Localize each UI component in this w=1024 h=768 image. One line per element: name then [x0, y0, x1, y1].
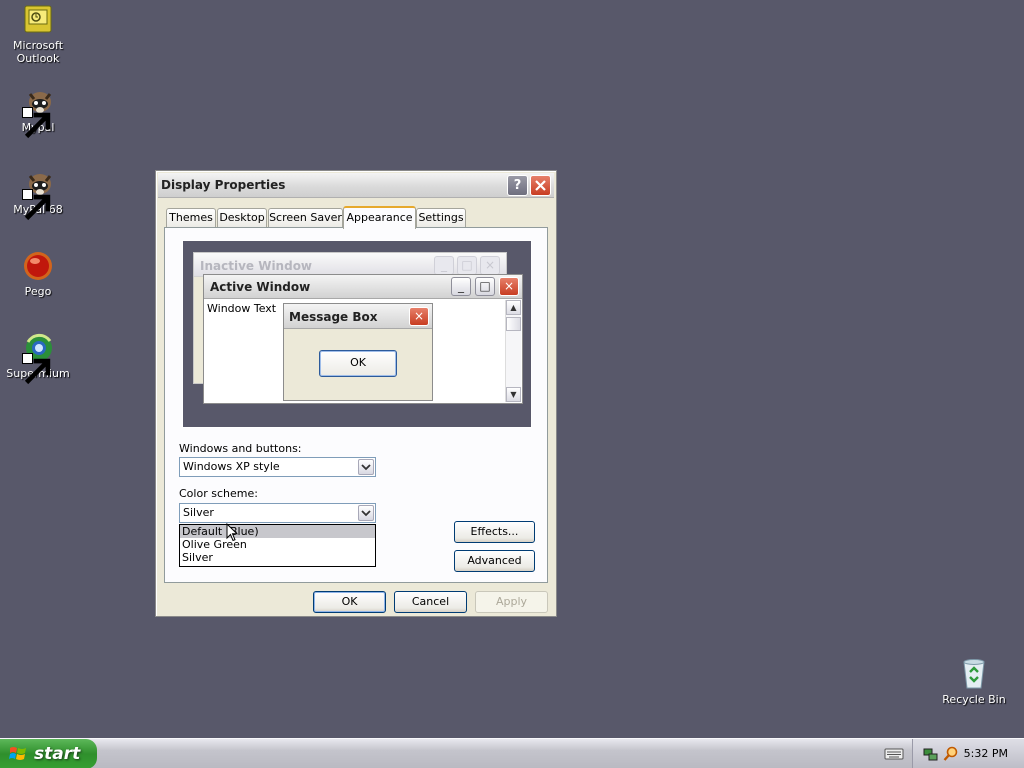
search-icon[interactable]	[943, 746, 959, 762]
tab-themes[interactable]: Themes	[166, 208, 216, 227]
appearance-preview: Inactive Window _ □ × Active Window _ □ …	[182, 240, 532, 428]
tab-desktop[interactable]: Desktop	[217, 208, 267, 227]
shortcut-arrow-icon	[22, 189, 51, 221]
keyboard-icon[interactable]	[884, 747, 904, 761]
inactive-close-icon: ×	[480, 256, 500, 275]
windows-flag-icon	[9, 745, 27, 763]
color-scheme-option[interactable]: Olive Green	[180, 538, 375, 551]
system-tray: 5:32 PM	[912, 739, 1024, 768]
desktop-icon-label: Pego	[24, 285, 52, 298]
help-button[interactable]: ?	[507, 175, 528, 196]
shortcut-arrow-icon	[22, 107, 51, 139]
active-maximize-icon: □	[475, 277, 495, 296]
close-icon	[535, 180, 546, 191]
active-window-titlebar: Active Window _ □ ×	[204, 275, 522, 299]
message-box-title: Message Box	[289, 310, 378, 324]
apply-button[interactable]: Apply	[475, 591, 548, 613]
desktop-icon-mypal[interactable]: Mypal	[0, 86, 76, 139]
raccoon-icon	[22, 168, 54, 221]
color-scheme-value: Silver	[183, 506, 214, 519]
red-orb-icon	[22, 250, 54, 282]
advanced-button[interactable]: Advanced	[454, 550, 535, 572]
start-button[interactable]: start	[0, 739, 97, 768]
close-button[interactable]	[530, 175, 551, 196]
message-box-titlebar: Message Box ×	[284, 304, 432, 329]
chevron-down-icon[interactable]	[358, 459, 374, 475]
active-minimize-icon: _	[451, 277, 471, 296]
scroll-up-icon: ▲	[506, 300, 521, 315]
clock[interactable]: 5:32 PM	[964, 747, 1008, 760]
preview-window-text: Window Text	[207, 302, 277, 315]
message-close-icon: ×	[409, 307, 429, 326]
tab-settings[interactable]: Settings	[416, 208, 466, 227]
tab-appearance[interactable]: Appearance	[343, 206, 416, 229]
inactive-window-title: Inactive Window	[200, 259, 313, 273]
inactive-minimize-icon: _	[434, 256, 454, 275]
windows-buttons-select[interactable]: Windows XP style	[179, 457, 376, 477]
desktop-icon-mypal-68[interactable]: MyPal 68	[0, 168, 76, 221]
start-label: start	[34, 744, 81, 764]
color-scheme-dropdown: Default (Blue) Olive Green Silver	[179, 524, 376, 567]
desktop-icon-supermium[interactable]: Supermium	[0, 332, 76, 385]
display-properties-dialog: Display Properties ? Themes Desktop Scre…	[155, 170, 557, 617]
shortcut-arrow-icon	[22, 353, 51, 385]
chevron-down-icon[interactable]	[358, 505, 374, 521]
desktop-icon-pego[interactable]: Pego	[0, 250, 76, 298]
help-icon: ?	[513, 178, 522, 193]
desktop-icon-microsoft-outlook[interactable]: Microsoft Outlook	[0, 4, 76, 65]
message-ok-button: OK	[319, 350, 397, 377]
appearance-panel: Inactive Window _ □ × Active Window _ □ …	[164, 227, 548, 583]
dialog-title: Display Properties	[161, 178, 286, 192]
effects-button[interactable]: Effects...	[454, 521, 535, 543]
globe-icon	[22, 332, 54, 385]
network-icon[interactable]	[923, 746, 939, 762]
active-window-title: Active Window	[210, 280, 311, 294]
color-scheme-option[interactable]: Default (Blue)	[180, 525, 375, 538]
windows-buttons-value: Windows XP style	[183, 460, 280, 473]
outlook-icon	[22, 4, 54, 36]
active-close-icon: ×	[499, 277, 519, 296]
tab-screen-saver[interactable]: Screen Saver	[268, 208, 343, 227]
desktop-icon-label: Recycle Bin	[942, 693, 1006, 706]
color-scheme-label: Color scheme:	[179, 487, 258, 500]
preview-message-box: Message Box × OK	[283, 303, 433, 401]
scroll-down-icon: ▼	[506, 387, 521, 402]
color-scheme-select[interactable]: Silver	[179, 503, 376, 523]
dialog-titlebar[interactable]: Display Properties ?	[158, 173, 554, 198]
desktop-icon-recycle-bin[interactable]: Recycle Bin	[936, 658, 1012, 706]
scroll-thumb	[506, 317, 521, 331]
recycle-bin-icon	[958, 658, 990, 690]
inactive-maximize-icon: □	[457, 256, 477, 275]
desktop-icon-label: Microsoft Outlook	[12, 39, 64, 65]
cancel-button[interactable]: Cancel	[394, 591, 467, 613]
taskbar: start 5:32 PM	[0, 738, 1024, 768]
raccoon-icon	[22, 86, 54, 139]
color-scheme-option[interactable]: Silver	[180, 551, 375, 564]
preview-scrollbar: ▲ ▼	[505, 300, 521, 402]
windows-buttons-label: Windows and buttons:	[179, 442, 302, 455]
ok-button[interactable]: OK	[313, 591, 386, 613]
